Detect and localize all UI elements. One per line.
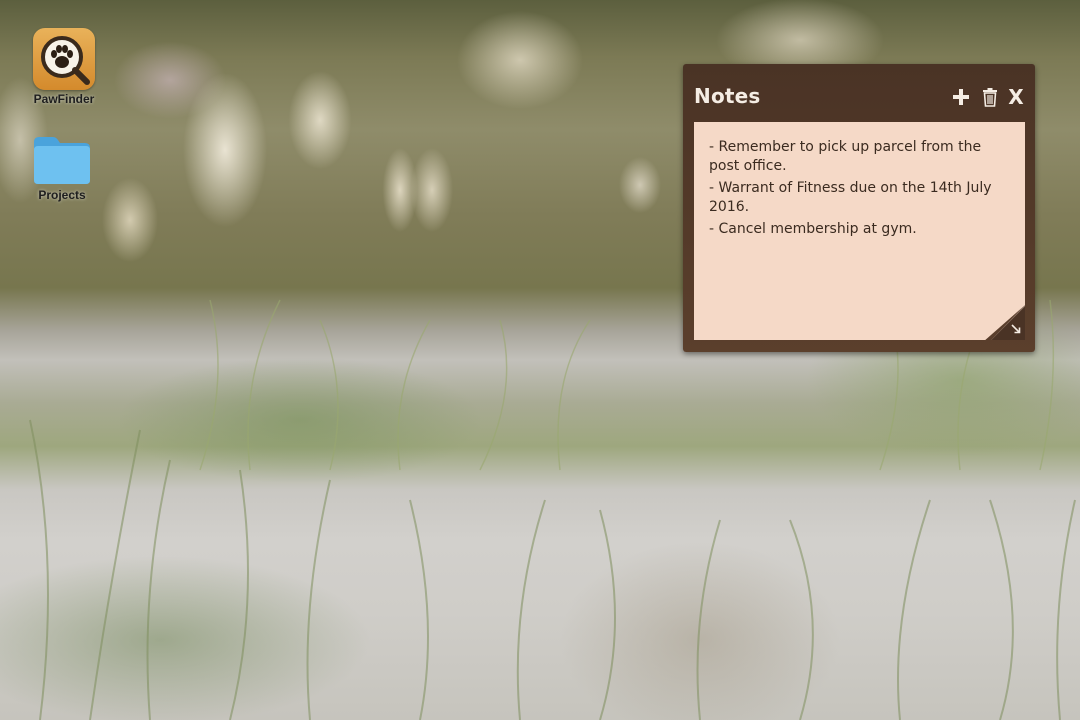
folder-icon bbox=[31, 134, 93, 186]
desktop: PawFinder Projects Notes X - Remember to… bbox=[0, 0, 1080, 720]
desktop-icon-projects[interactable]: Projects bbox=[24, 134, 100, 202]
delete-note-button[interactable] bbox=[979, 86, 1001, 108]
note-line: - Warrant of Fitness due on the 14th Jul… bbox=[709, 180, 992, 215]
trash-icon bbox=[983, 87, 997, 107]
desktop-icon-label: Projects bbox=[38, 188, 86, 202]
resize-arrow-icon bbox=[1011, 324, 1021, 334]
close-icon: X bbox=[1008, 85, 1024, 109]
plus-icon bbox=[953, 89, 969, 105]
note-text[interactable]: - Remember to pick up parcel from the po… bbox=[709, 138, 1009, 242]
paw-magnifier-icon bbox=[33, 28, 95, 90]
note-line: - Remember to pick up parcel from the po… bbox=[709, 139, 982, 174]
notes-widget[interactable]: Notes X - Remember to pick up parcel fro bbox=[683, 64, 1035, 352]
add-note-button[interactable] bbox=[950, 86, 972, 108]
resize-handle[interactable] bbox=[1009, 322, 1023, 336]
desktop-icon-pawfinder[interactable]: PawFinder bbox=[26, 28, 102, 106]
note-paper[interactable]: - Remember to pick up parcel from the po… bbox=[694, 122, 1025, 340]
notes-title: Notes bbox=[694, 84, 761, 108]
note-line: - Cancel membership at gym. bbox=[709, 221, 917, 237]
desktop-icon-label: PawFinder bbox=[33, 92, 95, 106]
close-button[interactable]: X bbox=[1005, 86, 1027, 108]
